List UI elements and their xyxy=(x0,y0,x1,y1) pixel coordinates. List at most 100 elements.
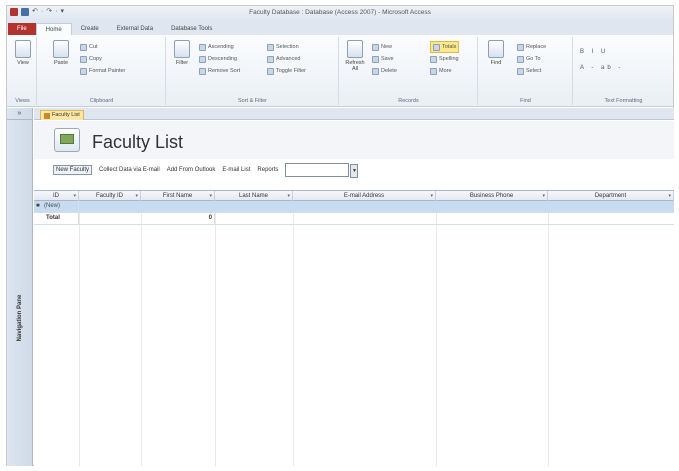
document-tab-faculty-list[interactable]: Faculty List xyxy=(40,110,84,120)
nav-pane-toggle-icon[interactable]: » xyxy=(7,108,32,120)
filter-icon xyxy=(174,40,190,58)
remove-sort-label: Remove Sort xyxy=(208,68,241,74)
spelling-icon xyxy=(430,55,437,63)
font-color-highlight[interactable]: A - ab - xyxy=(580,65,623,71)
group-views: View Views xyxy=(9,37,37,105)
column-header-faculty-id[interactable]: Faculty ID ▾ xyxy=(79,191,141,201)
chevron-down-icon[interactable]: ▾ xyxy=(209,191,212,201)
chevron-down-icon[interactable]: ▾ xyxy=(668,191,671,201)
tab-create[interactable]: Create xyxy=(72,23,108,35)
form-header: Faculty List xyxy=(34,121,674,159)
cut-button[interactable]: Cut xyxy=(80,41,125,53)
toggle-filter-button[interactable]: Toggle Filter xyxy=(267,65,306,77)
column-header-department[interactable]: Department ▾ xyxy=(548,191,674,201)
navigation-pane[interactable]: » Navigation Pane xyxy=(7,108,33,466)
group-label-clipboard: Clipboard xyxy=(89,98,114,104)
delete-label: Delete xyxy=(381,68,397,74)
new-record-button[interactable]: New xyxy=(372,41,397,53)
document-area: Faculty List Faculty List New Faculty Co… xyxy=(34,108,674,466)
go-to-label: Go To xyxy=(526,56,541,62)
delete-record-button[interactable]: Delete xyxy=(372,65,397,77)
find-button[interactable]: Find xyxy=(485,40,507,66)
group-clipboard: Paste Cut Copy Format Painter Clipboard xyxy=(38,37,166,105)
select-label: Select xyxy=(526,68,542,74)
selection-button[interactable]: Selection xyxy=(267,41,306,53)
column-header-email[interactable]: E-mail Address ▾ xyxy=(293,191,436,201)
selection-icon xyxy=(267,43,274,51)
total-label: Total xyxy=(42,213,79,224)
refresh-all-button[interactable]: Refresh All xyxy=(344,40,366,72)
new-record-id-cell[interactable]: (New) xyxy=(42,201,79,212)
email-list-button[interactable]: E-mail List xyxy=(222,167,250,173)
remove-sort-button[interactable]: Remove Sort xyxy=(199,65,240,77)
copy-icon xyxy=(80,55,87,63)
column-header-first-name[interactable]: First Name ▾ xyxy=(141,191,215,201)
column-label-department: Department xyxy=(594,193,627,199)
sort-descending-icon xyxy=(199,55,206,63)
total-row: Total 0 xyxy=(34,213,674,225)
paste-button[interactable]: Paste xyxy=(50,40,72,66)
replace-label: Replace xyxy=(526,44,547,50)
filter-button-label: Filter xyxy=(175,60,189,66)
find-button-label: Find xyxy=(490,60,502,66)
tab-external-data[interactable]: External Data xyxy=(108,23,162,35)
refresh-icon xyxy=(347,40,363,58)
chevron-down-icon[interactable]: ▾ xyxy=(135,191,138,201)
chevron-down-icon[interactable]: ▾ xyxy=(73,191,76,201)
sort-descending-button[interactable]: Descending xyxy=(199,53,240,65)
find-icon xyxy=(488,40,504,58)
replace-button[interactable]: Replace xyxy=(517,41,546,53)
select-button[interactable]: Select xyxy=(517,65,546,77)
advanced-button[interactable]: Advanced xyxy=(267,53,306,65)
format-painter-button[interactable]: Format Painter xyxy=(80,65,125,77)
chevron-down-icon[interactable]: ▼ xyxy=(350,164,359,178)
form-title: Faculty List xyxy=(92,132,184,152)
save-record-icon xyxy=(372,55,379,63)
group-find: Find Replace Go To Select Find xyxy=(479,37,573,105)
column-headers: ID ▾ Faculty ID ▾ First Name ▾ Last Name ▾ E… xyxy=(34,190,674,201)
more-label: More xyxy=(439,68,452,74)
selection-label: Selection xyxy=(276,44,299,50)
chevron-down-icon[interactable]: ▾ xyxy=(542,191,545,201)
spelling-button[interactable]: Spelling xyxy=(430,53,459,65)
tab-file[interactable]: File xyxy=(8,23,36,35)
totals-label: Totals xyxy=(442,44,457,50)
new-record-row[interactable]: ✱ (New) xyxy=(34,201,674,213)
form-toolbar: New Faculty Collect Data via E-mail Add … xyxy=(34,159,674,181)
reports-combo[interactable]: ▼ xyxy=(285,163,359,178)
collect-data-button[interactable]: Collect Data via E-mail xyxy=(99,167,160,173)
clipboard-small-buttons: Cut Copy Format Painter xyxy=(80,41,125,77)
save-record-button[interactable]: Save xyxy=(372,53,397,65)
total-first-name-value[interactable]: 0 xyxy=(141,213,215,224)
descending-label: Descending xyxy=(208,56,238,62)
column-label-email: E-mail Address xyxy=(343,193,385,199)
select-icon xyxy=(517,67,524,75)
totals-button[interactable]: Totals xyxy=(430,41,460,53)
sort-ascending-button[interactable]: Ascending xyxy=(199,41,240,53)
go-to-button[interactable]: Go To xyxy=(517,53,546,65)
spelling-label: Spelling xyxy=(439,56,459,62)
column-header-last-name[interactable]: Last Name ▾ xyxy=(215,191,293,201)
bold-italic-underline[interactable]: B I U xyxy=(580,49,608,55)
view-icon xyxy=(15,40,31,58)
tab-home[interactable]: Home xyxy=(35,23,72,35)
chevron-down-icon[interactable]: ▾ xyxy=(287,191,290,201)
new-record-marker-icon[interactable]: ✱ xyxy=(34,201,42,212)
copy-button[interactable]: Copy xyxy=(80,53,125,65)
ribbon-home: View Views Paste Cut Copy Format Painter… xyxy=(7,35,673,107)
title-bar: ↶ · ↷ · ▾ Faculty Database : Database (A… xyxy=(7,6,673,21)
document-tabs: Faculty List xyxy=(34,108,674,120)
column-header-business-phone[interactable]: Business Phone ▾ xyxy=(436,191,548,201)
tab-database-tools[interactable]: Database Tools xyxy=(162,23,221,35)
copy-label: Copy xyxy=(89,56,102,62)
more-button[interactable]: More xyxy=(430,65,459,77)
navigation-pane-label[interactable]: Navigation Pane xyxy=(17,295,23,342)
view-button[interactable]: View xyxy=(12,40,34,66)
faculty-form-icon xyxy=(54,128,80,152)
sort-buttons: Ascending Descending Remove Sort xyxy=(199,41,240,77)
chevron-down-icon[interactable]: ▾ xyxy=(430,191,433,201)
add-from-outlook-button[interactable]: Add From Outlook xyxy=(167,167,216,173)
column-header-id[interactable]: ID ▾ xyxy=(34,191,79,201)
filter-button[interactable]: Filter xyxy=(171,40,193,66)
new-faculty-button[interactable]: New Faculty xyxy=(53,165,93,175)
